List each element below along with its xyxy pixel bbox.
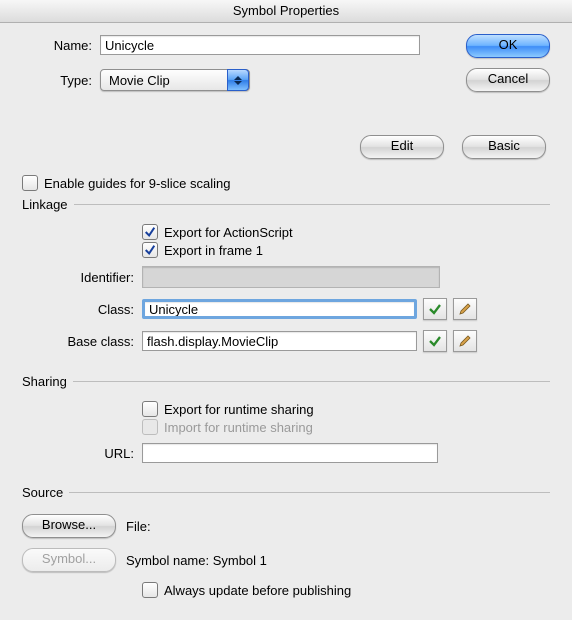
class-input[interactable] xyxy=(142,299,417,319)
enable-9slice-checkbox[interactable] xyxy=(22,175,38,191)
class-label: Class: xyxy=(22,302,142,317)
popup-arrows-icon xyxy=(227,69,249,91)
export-runtime-checkbox[interactable] xyxy=(142,401,158,417)
browse-button[interactable]: Browse... xyxy=(22,514,116,538)
check-icon xyxy=(428,334,442,348)
sharing-group-label: Sharing xyxy=(22,374,67,389)
window-title: Symbol Properties xyxy=(0,0,572,23)
check-icon xyxy=(428,302,442,316)
export-actionscript-checkbox[interactable] xyxy=(142,224,158,240)
identifier-input xyxy=(142,266,440,288)
divider xyxy=(73,381,550,382)
file-label: File: xyxy=(126,519,151,534)
type-popup[interactable]: Movie Clip xyxy=(100,69,250,91)
edit-button[interactable]: Edit xyxy=(360,135,444,159)
symbolname-label: Symbol name: Symbol 1 xyxy=(126,553,267,568)
identifier-label: Identifier: xyxy=(22,270,142,285)
basic-button[interactable]: Basic xyxy=(462,135,546,159)
import-runtime-label: Import for runtime sharing xyxy=(164,420,313,435)
name-input[interactable] xyxy=(100,35,420,55)
class-edit-button[interactable] xyxy=(453,298,477,320)
baseclass-label: Base class: xyxy=(22,334,142,349)
baseclass-edit-button[interactable] xyxy=(453,330,477,352)
class-validate-button[interactable] xyxy=(423,298,447,320)
pencil-icon xyxy=(458,334,472,348)
always-update-checkbox[interactable] xyxy=(142,582,158,598)
url-input[interactable] xyxy=(142,443,438,463)
baseclass-validate-button[interactable] xyxy=(423,330,447,352)
symbol-button: Symbol... xyxy=(22,548,116,572)
export-actionscript-label: Export for ActionScript xyxy=(164,225,293,240)
enable-9slice-label: Enable guides for 9-slice scaling xyxy=(44,176,230,191)
cancel-button[interactable]: Cancel xyxy=(466,68,550,92)
divider xyxy=(69,492,550,493)
divider xyxy=(74,204,550,205)
type-label: Type: xyxy=(22,73,100,88)
linkage-group-label: Linkage xyxy=(22,197,68,212)
baseclass-input[interactable] xyxy=(142,331,417,351)
name-label: Name: xyxy=(22,38,100,53)
always-update-label: Always update before publishing xyxy=(164,583,351,598)
ok-button[interactable]: OK xyxy=(466,34,550,58)
source-group-label: Source xyxy=(22,485,63,500)
import-runtime-checkbox xyxy=(142,419,158,435)
type-popup-value: Movie Clip xyxy=(109,73,170,88)
export-runtime-label: Export for runtime sharing xyxy=(164,402,314,417)
export-frame1-checkbox[interactable] xyxy=(142,242,158,258)
url-label: URL: xyxy=(22,446,142,461)
pencil-icon xyxy=(458,302,472,316)
export-frame1-label: Export in frame 1 xyxy=(164,243,263,258)
